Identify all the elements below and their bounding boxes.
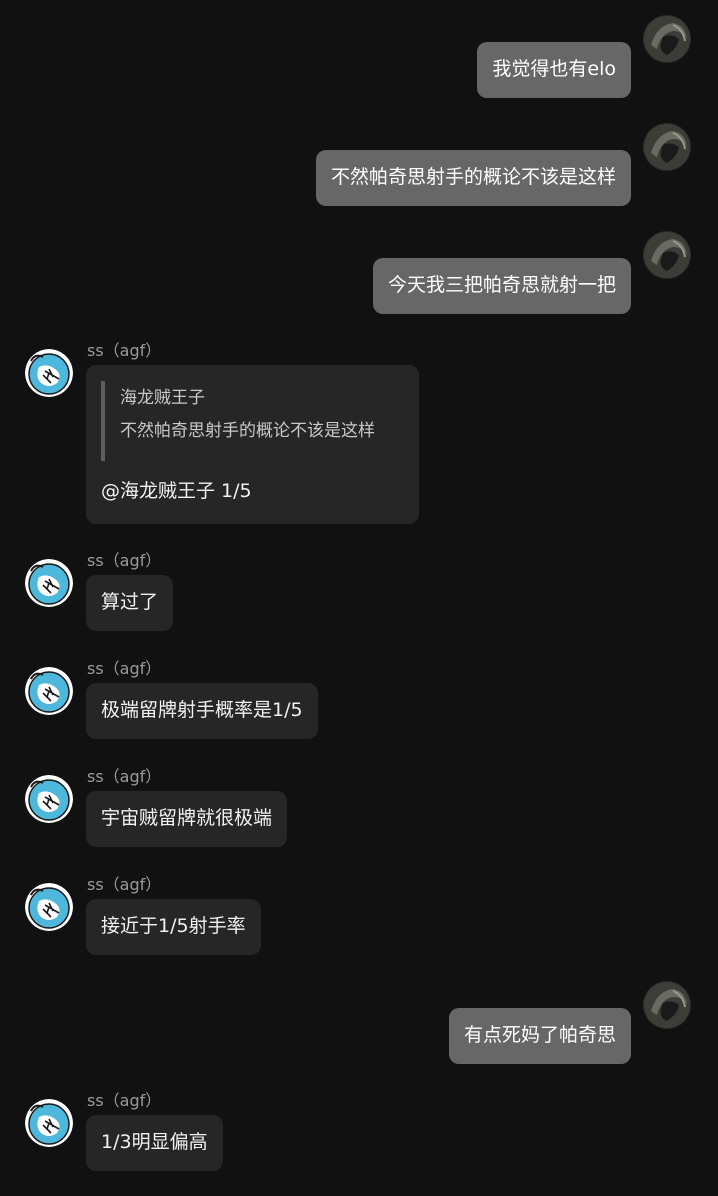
- dark-helmet-avatar-icon[interactable]: [643, 123, 691, 171]
- message-bubble[interactable]: 有点死妈了帕奇思: [448, 1008, 631, 1064]
- quote-text: 不然帕奇思射手的概论不该是这样: [120, 421, 375, 441]
- dark-helmet-avatar-icon[interactable]: [643, 981, 691, 1029]
- message-bubble[interactable]: 今天我三把帕奇思就射一把: [372, 258, 631, 314]
- message-bubble[interactable]: 1/3明显偏高: [86, 1115, 223, 1171]
- chat-message-list[interactable]: 我觉得也有elo 不然帕奇思射手的概论不该是这样 今天我三把帕奇思就射一把 ss…: [0, 0, 718, 1196]
- quote-author: 海龙贼王子: [120, 388, 205, 408]
- sender-name: ss（agf）: [87, 875, 162, 894]
- quoted-reply-bubble[interactable]: 海龙贼王子 不然帕奇思射手的概论不该是这样 @海龙贼王子 1/5: [86, 365, 419, 524]
- message-bubble[interactable]: 我觉得也有elo: [477, 42, 631, 98]
- sender-name: ss（agf）: [87, 341, 162, 360]
- sender-name: ss（agf）: [87, 1091, 162, 1110]
- quote-block[interactable]: 海龙贼王子 不然帕奇思射手的概论不该是这样: [101, 381, 375, 461]
- sender-name: ss（agf）: [87, 767, 162, 786]
- reply-text: @海龙贼王子 1/5: [101, 480, 252, 502]
- blue-creature-avatar-icon[interactable]: [25, 883, 73, 931]
- message-bubble[interactable]: 宇宙贼留牌就很极端: [86, 791, 288, 847]
- blue-creature-avatar-icon[interactable]: [25, 775, 73, 823]
- sender-name: ss（agf）: [87, 659, 162, 678]
- sender-name: ss（agf）: [87, 551, 162, 570]
- message-bubble[interactable]: 接近于1/5射手率: [86, 899, 261, 955]
- blue-creature-avatar-icon[interactable]: [25, 667, 73, 715]
- dark-helmet-avatar-icon[interactable]: [643, 231, 691, 279]
- message-bubble[interactable]: 极端留牌射手概率是1/5: [86, 683, 318, 739]
- blue-creature-avatar-icon[interactable]: [25, 559, 73, 607]
- message-bubble[interactable]: 不然帕奇思射手的概论不该是这样: [315, 150, 631, 206]
- message-bubble[interactable]: 算过了: [86, 575, 174, 631]
- blue-creature-avatar-icon[interactable]: [25, 1099, 73, 1147]
- dark-helmet-avatar-icon[interactable]: [643, 15, 691, 63]
- blue-creature-avatar-icon[interactable]: [25, 349, 73, 397]
